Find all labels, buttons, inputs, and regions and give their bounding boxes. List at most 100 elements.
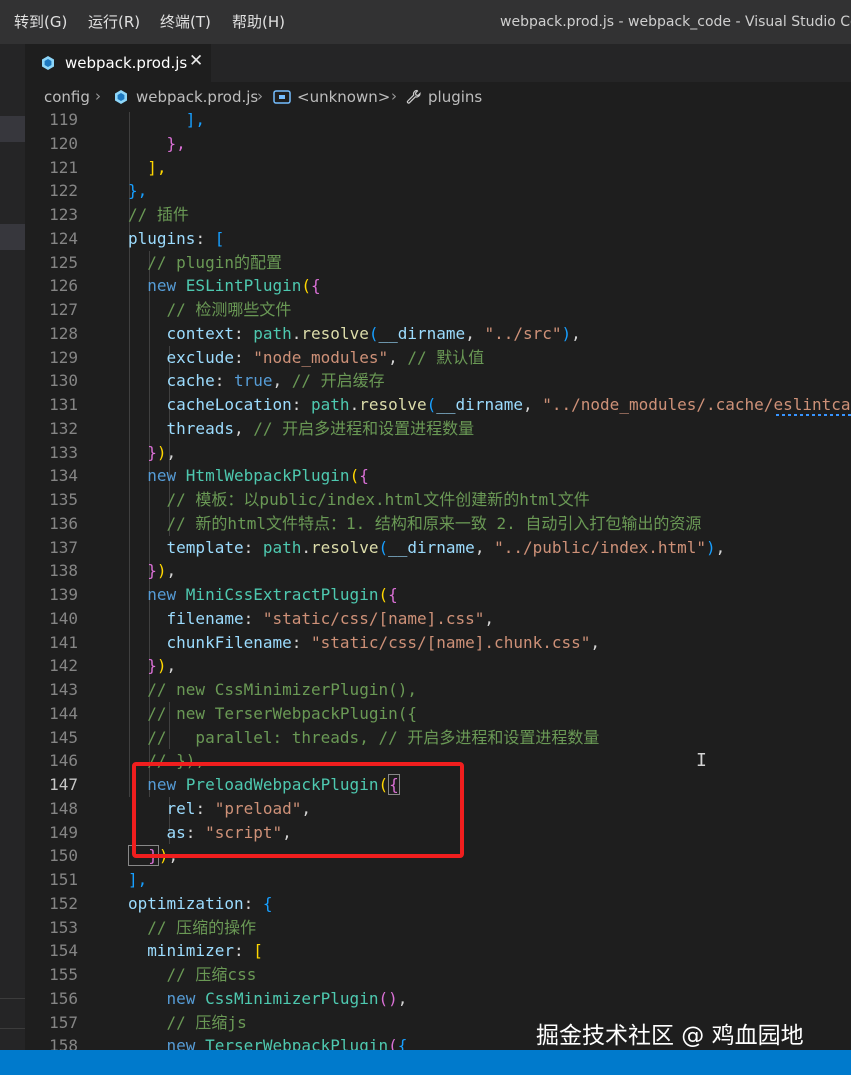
code-line[interactable]: exclude: "node_modules", // 默认值 <box>128 346 485 370</box>
menu-terminal[interactable]: 终端(T) <box>160 11 211 32</box>
code-token: // 默认值 <box>407 347 485 367</box>
code-token: ) <box>156 442 167 462</box>
code-line[interactable]: }), <box>128 559 176 583</box>
code-line[interactable]: plugins: [ <box>128 227 224 251</box>
code-line[interactable]: new ESLintPlugin({ <box>128 274 320 298</box>
code-line[interactable]: optimization: { <box>128 892 273 916</box>
code-token: ) <box>156 656 167 676</box>
title-bar: 转到(G) 运行(R) 终端(T) 帮助(H) webpack.prod.js … <box>0 0 851 44</box>
code-token: ) <box>561 323 572 343</box>
code-token: { <box>359 466 369 486</box>
code-line[interactable]: // 模板：以public/index.html文件创建新的html文件 <box>128 488 590 512</box>
code-line[interactable]: }), <box>128 654 176 678</box>
code-token: : <box>291 632 312 652</box>
lint-squiggle <box>776 413 851 416</box>
menu-run[interactable]: 运行(R) <box>88 11 140 32</box>
code-token: "../node_modules/.cache/eslintcache" <box>542 395 851 414</box>
code-line[interactable]: template: path.resolve(__dirname, "../pu… <box>128 536 726 560</box>
code-line[interactable]: }, <box>128 179 147 203</box>
breadcrumb-symbol-plugins[interactable]: plugins <box>428 88 482 106</box>
code-token: : <box>291 395 312 414</box>
code-token: "../public/index.html" <box>494 537 706 557</box>
code-line[interactable]: context: path.resolve(__dirname, "../src… <box>128 322 581 346</box>
code-token: threads <box>128 418 234 438</box>
code-token: { <box>388 585 398 604</box>
code-token: ( <box>388 1036 398 1050</box>
code-line[interactable]: // 插件 <box>128 203 189 227</box>
code-token: : <box>243 608 263 628</box>
tab-webpack-prod-js[interactable]: webpack.prod.js ✕ <box>25 44 211 82</box>
code-line[interactable]: // new TerserWebpackPlugin({ <box>128 702 417 726</box>
code-token: } <box>128 561 157 581</box>
code-token: , <box>715 537 726 557</box>
code-token: ESLintPlugin <box>185 276 302 296</box>
code-token: , <box>522 395 543 414</box>
code-token: }, <box>128 133 186 153</box>
text-cursor-icon: I <box>696 750 707 771</box>
code-token: MiniCssExtractPlugin <box>185 585 379 604</box>
line-number: 133 <box>49 442 78 462</box>
code-token: // 模板：以public/index.html文件创建新的html文件 <box>128 490 590 509</box>
breadcrumb-symbol-unknown[interactable]: <unknown> <box>297 88 390 106</box>
side-panel-edge[interactable] <box>0 44 25 1050</box>
code-line[interactable]: cacheLocation: path.resolve(__dirname, "… <box>128 393 851 417</box>
explorer-hover-row[interactable] <box>0 224 25 250</box>
code-line[interactable]: // 新的html文件特点：1. 结构和原来一致 2. 自动引入打包输出的资源 <box>128 512 702 536</box>
code-line[interactable]: // 压缩js <box>128 1011 247 1035</box>
code-line[interactable]: ], <box>128 112 205 132</box>
code-token: true <box>233 371 273 391</box>
code-line[interactable]: // parallel: threads, // 开启多进程和设置进程数量 <box>128 726 599 750</box>
code-line[interactable]: // 压缩的操作 <box>128 916 256 940</box>
status-bar[interactable] <box>0 1050 851 1075</box>
code-line[interactable]: }), <box>128 441 176 465</box>
code-token: , <box>166 442 177 462</box>
code-line[interactable]: new HtmlWebpackPlugin({ <box>128 464 369 488</box>
code-token: } <box>128 442 157 462</box>
code-line[interactable]: chunkFilename: "static/css/[name].chunk.… <box>128 631 601 655</box>
code-line[interactable]: ], <box>128 156 166 180</box>
code-line[interactable]: cache: true, // 开启缓存 <box>128 369 385 393</box>
line-number: 136 <box>49 513 78 533</box>
code-line[interactable]: new TerserWebpackPlugin({ <box>128 1034 408 1050</box>
code-token: new <box>128 1036 206 1050</box>
code-token: , <box>272 371 292 391</box>
code-token: : <box>233 347 254 367</box>
chevron-right-icon: › <box>95 87 101 105</box>
tab-label: webpack.prod.js <box>65 54 188 72</box>
code-token: } <box>128 656 157 676</box>
menu-goto[interactable]: 转到(G) <box>14 11 67 32</box>
code-token: , <box>465 323 485 343</box>
code-token: : <box>195 228 215 248</box>
code-token: // 开启缓存 <box>291 371 385 391</box>
code-line[interactable]: new MiniCssExtractPlugin({ <box>128 583 398 607</box>
code-line[interactable]: // 压缩css <box>128 963 257 987</box>
code-line[interactable]: }, <box>128 132 186 156</box>
code-line[interactable]: ], <box>128 868 147 892</box>
close-icon[interactable]: ✕ <box>189 51 203 71</box>
code-token: "static/css/[name].chunk.css" <box>311 632 591 652</box>
line-number: 148 <box>49 798 78 818</box>
line-number: 157 <box>49 1012 78 1032</box>
code-line[interactable]: // new CssMinimizerPlugin(), <box>128 678 417 702</box>
breadcrumb-folder[interactable]: config <box>44 88 90 106</box>
code-token: , <box>166 561 177 581</box>
panel-divider <box>0 998 25 999</box>
code-token: : <box>243 893 263 913</box>
menu-help[interactable]: 帮助(H) <box>232 11 285 32</box>
code-line[interactable]: // 检测哪些文件 <box>128 298 292 322</box>
line-number: 149 <box>49 822 78 842</box>
breadcrumb-file[interactable]: webpack.prod.js <box>136 88 258 106</box>
code-line[interactable]: threads, // 开启多进程和设置进程数量 <box>128 417 475 441</box>
code-token: ( <box>301 276 312 296</box>
code-line[interactable]: new CssMinimizerPlugin(), <box>128 987 408 1011</box>
code-editor[interactable]: 119 ], 120 }, 121 ], 122}, 123 // 插件 124 plugin… <box>25 112 851 1050</box>
code-token: __dirname <box>378 323 466 343</box>
line-number: 132 <box>49 418 78 438</box>
code-token: , <box>397 988 408 1008</box>
explorer-selected-row[interactable] <box>0 116 25 142</box>
code-line[interactable]: // plugin的配置 <box>128 251 282 275</box>
code-line[interactable]: minimizer: [ <box>128 939 263 963</box>
code-token: plugins <box>128 228 196 248</box>
code-token: filename <box>128 608 244 628</box>
code-line[interactable]: filename: "static/css/[name].css", <box>128 607 495 631</box>
